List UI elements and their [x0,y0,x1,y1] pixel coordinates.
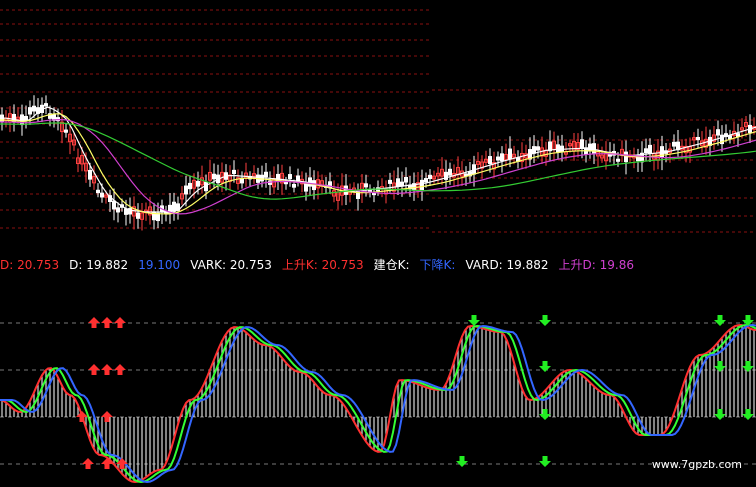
down-arrow-icon [742,409,754,420]
candle-body [364,183,368,188]
candle-body [212,173,216,180]
down-arrow-icon [539,456,551,467]
candle-body [536,146,540,151]
down-arrow-icon [539,315,551,326]
candle-body [388,179,392,184]
candle-body [44,103,48,107]
down-arrow-icon [539,361,551,372]
candle-body [232,169,236,174]
candle-body [308,177,312,187]
legend-item: VARD: 19.882 [465,258,549,272]
candle-body [112,200,116,210]
legend-item: D: 19.882 [69,258,129,272]
candle-body [616,158,620,162]
candle-body [696,136,700,141]
down-arrow-icon [468,315,480,326]
down-arrow-icon [539,409,551,420]
legend-item: 建仓K: [373,258,410,272]
indicator-legend: D: 20.753 D: 19.882 19.100 VARK: 20.753 上升K:… [0,257,756,273]
candle-body [420,179,424,191]
watermark: www.7gpzb.com [651,458,742,471]
candle-body [644,148,648,154]
up-arrow-icon [114,364,126,375]
candle-body [64,129,68,133]
down-arrow-icon [714,315,726,326]
candle-body [496,156,500,161]
candle-body [592,143,596,154]
candle-body [32,105,36,112]
legend-item: 上升K: 20.753 [281,258,364,272]
candle-body [556,144,560,153]
candle-body [124,208,128,215]
oscillator-lines [0,323,756,484]
price-grid [0,9,756,233]
legend-item: VARK: 20.753 [190,258,272,272]
candle-body [264,171,268,178]
up-arrow-icon [101,317,113,328]
up-arrow-icon [82,458,94,469]
candle-body [448,168,452,176]
candle-body [716,129,720,136]
candle-body [404,177,408,183]
candle-body [196,180,200,187]
candle-body [728,135,732,140]
candle-body [624,151,628,163]
down-arrow-icon [456,456,468,467]
legend-item: D: 20.753 [0,258,60,272]
candle-body [288,174,292,180]
chart-canvas[interactable] [0,0,756,487]
candle-body [508,148,512,160]
candle-body [136,212,140,219]
candle-body [580,139,584,149]
candle-body [188,182,192,190]
legend-item: 19.100 [138,258,181,272]
up-arrow-icon [88,317,100,328]
osc-d-line [0,323,756,484]
candle-body [304,183,308,192]
candle-body [296,175,300,182]
candle-body [156,212,160,222]
candle-body [588,143,592,152]
candle-body [428,174,432,180]
legend-item: 下降K: [419,258,456,272]
candle-body [648,144,652,154]
candle-body [172,201,176,212]
candle-body [96,189,100,194]
candle-body [116,207,120,213]
candle-body [292,183,296,188]
up-arrow-icon [101,458,113,469]
candle-body [100,192,104,198]
candle-body [488,156,492,165]
candle-body [672,141,676,147]
candle-body [88,169,92,180]
up-arrow-icon [101,411,113,422]
candle-body [344,185,348,195]
up-arrow-icon [88,364,100,375]
candle-body [28,107,32,115]
candle-body [424,178,428,183]
up-arrow-icon [101,364,113,375]
legend-item: 上升D: 19.86 [558,258,634,272]
candle-body [396,178,400,187]
down-arrow-icon [714,409,726,420]
candle-body [500,153,504,162]
candle-body [184,185,188,195]
up-arrow-icon [114,317,126,328]
candle-body [532,146,536,154]
